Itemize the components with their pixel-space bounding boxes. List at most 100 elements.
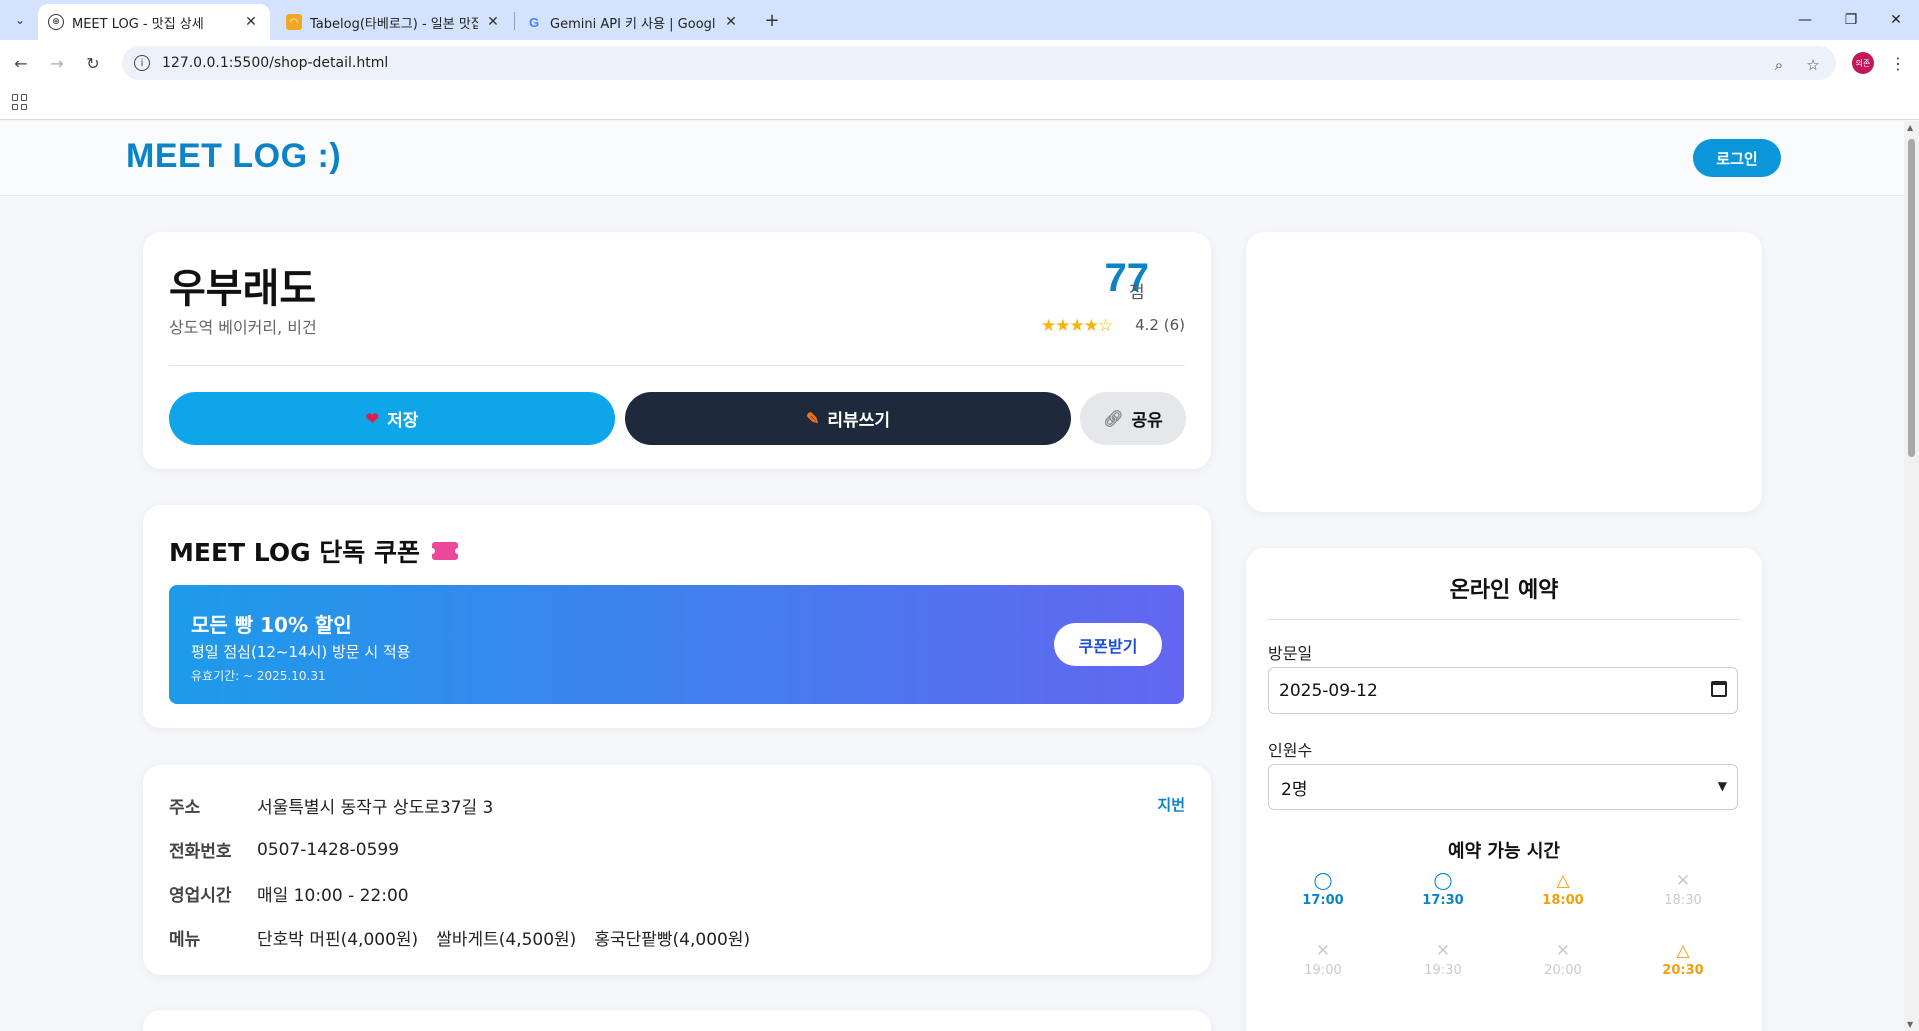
time-slot: ✕ 19:30 <box>1403 940 1483 978</box>
review-label: 리뷰쓰기 <box>827 411 890 430</box>
time-slot[interactable]: ◯ 17:00 <box>1283 870 1363 908</box>
write-review-button[interactable]: ✎ 리뷰쓰기 <box>625 392 1071 445</box>
coupon-card: MEET LOG 단독 쿠폰 모든 빵 10% 할인 평일 점심(12~14시)… <box>143 505 1211 728</box>
get-coupon-button[interactable]: 쿠폰받기 <box>1054 623 1162 666</box>
heart-icon: ❤ <box>365 410 380 428</box>
ticket-icon <box>429 542 462 560</box>
shop-info-card: 주소 서울특별시 동작구 상도로37길 3 지번 전화번호 0507-1428-… <box>143 765 1211 975</box>
pencil-icon: ✎ <box>806 410 820 428</box>
time-slot[interactable]: △ 18:00 <box>1523 870 1603 908</box>
hours-label: 영업시간 <box>169 886 232 906</box>
slot-time: 20:30 <box>1662 963 1704 978</box>
close-tab-icon[interactable]: ✕ <box>242 13 260 31</box>
menu-item: 단호박 머핀(4,000원) <box>257 930 419 950</box>
browser-tab-bar: ⌄ ⊕ MEET LOG - 맛집 상세 ✕ ◠ Tabelog(타베로그) -… <box>0 0 1919 40</box>
site-info-icon[interactable]: i <box>134 55 150 71</box>
phone-row: 전화번호 0507-1428-0599 <box>169 837 400 863</box>
unavailable-icon: ✕ <box>1315 941 1331 961</box>
people-value: 2명 <box>1281 779 1308 800</box>
time-slot: ✕ 20:00 <box>1523 940 1603 978</box>
phone-value: 0507-1428-0599 <box>257 839 400 860</box>
calendar-icon[interactable] <box>1711 681 1727 697</box>
close-tab-icon[interactable]: ✕ <box>484 13 502 31</box>
time-slot: ✕ 19:00 <box>1283 940 1363 978</box>
globe-icon: ⊕ <box>48 14 64 30</box>
slot-time: 17:00 <box>1302 893 1344 908</box>
visit-date-input[interactable]: 2025-09-12 <box>1268 667 1738 714</box>
login-button[interactable]: 로그인 <box>1693 139 1781 177</box>
browser-menu-icon[interactable]: ⋮ <box>1888 50 1908 76</box>
slot-time: 17:30 <box>1422 893 1464 908</box>
tab-title: Tabelog(타베로그) - 일본 맛집 <box>310 16 478 32</box>
link-icon: 🔗︎ <box>1103 410 1124 428</box>
bookmark-star-icon[interactable]: ☆ <box>1800 52 1826 78</box>
share-button[interactable]: 🔗︎ 공유 <box>1080 392 1186 445</box>
available-icon: ◯ <box>1313 871 1333 891</box>
back-icon[interactable]: ← <box>8 50 34 76</box>
address-row: 주소 서울특별시 동작구 상도로37길 3 <box>169 793 493 818</box>
reload-icon[interactable]: ↻ <box>80 50 106 76</box>
tab-search-dropdown-icon[interactable]: ⌄ <box>8 8 32 32</box>
slot-time: 18:00 <box>1542 893 1584 908</box>
shop-category: 상도역 베이커리, 비건 <box>169 318 317 337</box>
close-window-icon[interactable]: ✕ <box>1873 0 1919 40</box>
profile-avatar[interactable]: 의존 <box>1852 52 1874 74</box>
few-left-icon: △ <box>1676 941 1690 961</box>
unavailable-icon: ✕ <box>1435 941 1451 961</box>
people-select[interactable]: 2명 ▼ <box>1268 764 1738 810</box>
save-button[interactable]: ❤ 저장 <box>169 392 615 445</box>
restore-icon[interactable]: ❐ <box>1828 0 1874 40</box>
new-tab-icon[interactable]: + <box>760 8 784 32</box>
map-card <box>1246 232 1762 512</box>
scroll-up-icon[interactable]: ▲ <box>1907 123 1913 132</box>
tab-meetlog[interactable]: ⊕ MEET LOG - 맛집 상세 ✕ <box>38 4 270 40</box>
coupon-banner: 모든 빵 10% 할인 평일 점심(12~14시) 방문 시 적용 유효기간: … <box>169 585 1184 704</box>
phone-label: 전화번호 <box>169 842 232 862</box>
slot-time: 20:00 <box>1544 963 1582 978</box>
unavailable-icon: ✕ <box>1555 941 1571 961</box>
time-slot[interactable]: ◯ 17:30 <box>1403 870 1483 908</box>
close-tab-icon[interactable]: ✕ <box>722 13 740 31</box>
divider <box>1268 619 1740 620</box>
reservation-card: 온라인 예약 방문일 2025-09-12 인원수 2명 ▼ 예약 가능 시간 … <box>1246 548 1762 1031</box>
hours-value: 매일 10:00 - 22:00 <box>257 886 409 906</box>
scroll-down-icon[interactable]: ▼ <box>1907 1020 1913 1029</box>
score-unit: 점 <box>1129 283 1145 303</box>
date-value: 2025-09-12 <box>1279 680 1378 701</box>
tabelog-icon: ◠ <box>286 14 302 30</box>
tab-tabelog[interactable]: ◠ Tabelog(타베로그) - 일본 맛집 ✕ <box>276 4 512 40</box>
coupon-section-title-text: MEET LOG 단독 쿠폰 <box>169 538 421 567</box>
slot-time: 19:30 <box>1424 963 1462 978</box>
forward-icon[interactable]: → <box>44 50 70 76</box>
scrollbar-thumb[interactable] <box>1908 139 1915 457</box>
tab-separator <box>514 12 515 30</box>
menu-item: 홍국단팥빵(4,000원) <box>594 930 751 950</box>
chevron-down-icon: ▼ <box>1717 779 1727 793</box>
next-section-card <box>143 1010 1211 1031</box>
address-value: 서울특별시 동작구 상도로37길 3 <box>257 798 494 818</box>
slot-time: 18:30 <box>1664 893 1702 908</box>
slot-time: 19:00 <box>1304 963 1342 978</box>
page-scrollbar[interactable]: ▲ ▼ <box>1904 121 1919 1031</box>
zoom-icon[interactable]: ⌕ <box>1766 52 1792 78</box>
time-slot[interactable]: △ 20:30 <box>1643 940 1723 978</box>
address-bar-row: ← → ↻ i 127.0.0.1:5500/shop-detail.html … <box>0 40 1919 86</box>
menu-row: 메뉴 단호박 머핀(4,000원) 쌀바게트(4,500원) 홍국단팥빵(4,0… <box>169 925 768 950</box>
google-icon: G <box>528 14 540 30</box>
url-input[interactable]: i 127.0.0.1:5500/shop-detail.html ⌕ ☆ <box>122 46 1836 80</box>
few-left-icon: △ <box>1556 871 1570 891</box>
apps-grid-icon[interactable] <box>12 94 28 110</box>
tab-title: Gemini API 키 사용 | Google <box>550 16 716 32</box>
bookmarks-bar <box>0 86 1919 120</box>
site-logo[interactable]: MEET LOG :) <box>126 137 341 176</box>
address-label: 주소 <box>169 798 201 818</box>
tab-gemini[interactable]: G Gemini API 키 사용 | Google ✕ <box>516 4 750 40</box>
available-icon: ◯ <box>1433 871 1453 891</box>
reservation-title: 온라인 예약 <box>1449 578 1559 603</box>
coupon-condition: 평일 점심(12~14시) 방문 시 적용 <box>191 643 411 661</box>
time-slots-title: 예약 가능 시간 <box>1448 841 1560 862</box>
people-label: 인원수 <box>1268 741 1313 760</box>
time-slot: ✕ 18:30 <box>1643 870 1723 908</box>
jibun-link[interactable]: 지번 <box>1157 794 1185 815</box>
minimize-icon[interactable]: — <box>1782 0 1828 40</box>
